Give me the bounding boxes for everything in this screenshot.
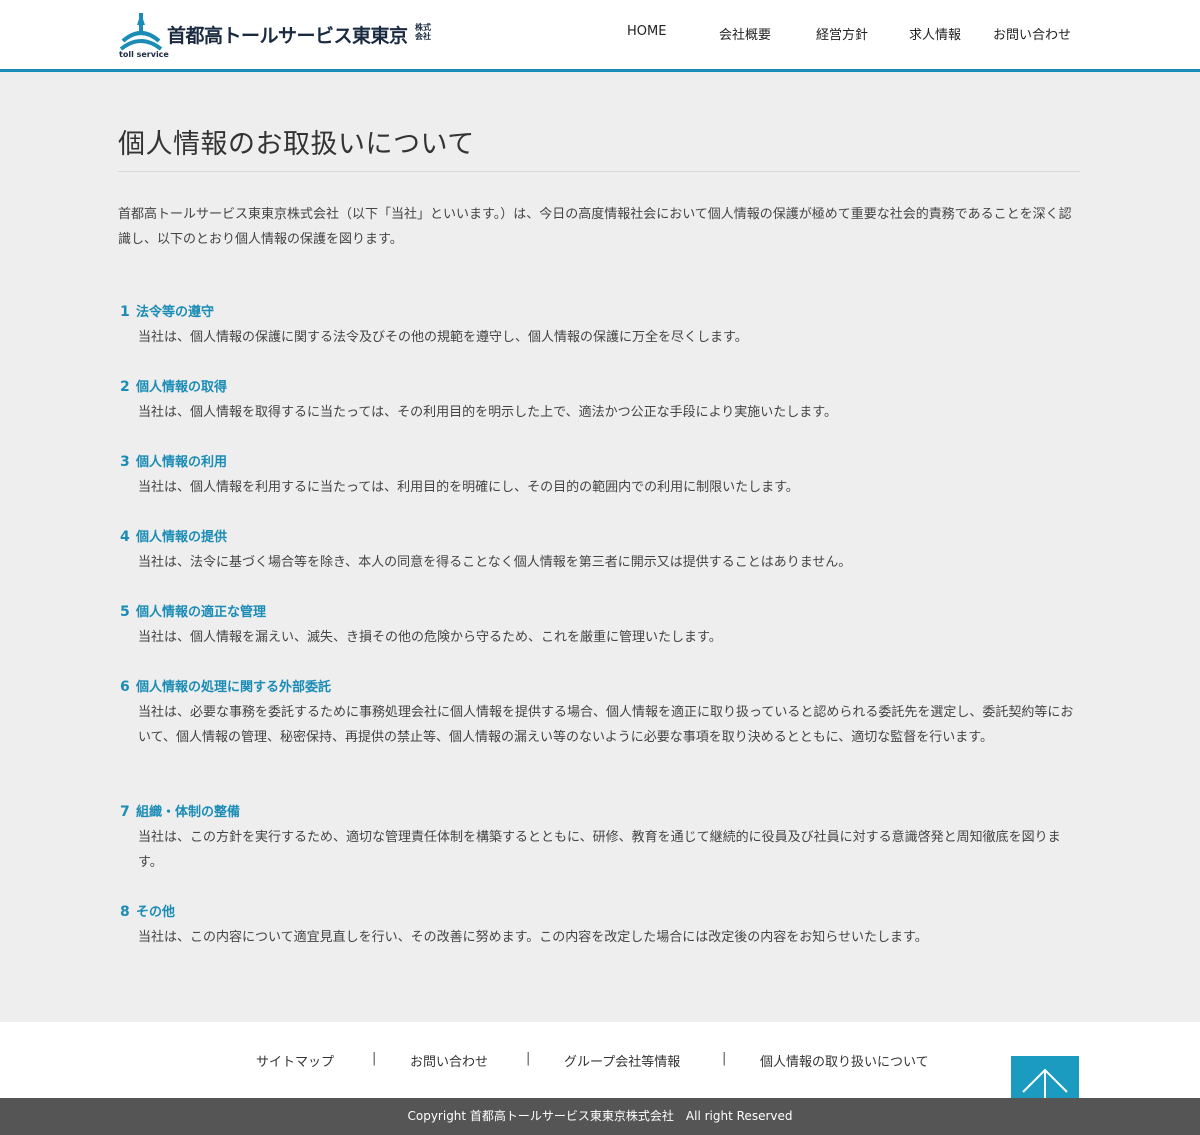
nav-home[interactable]: HOME	[627, 24, 666, 39]
section-number: 4	[120, 529, 130, 545]
section-body: 当社は、個人情報を利用するに当たっては、利用目的を明確にし、その目的の範囲内での…	[138, 480, 799, 495]
copyright-bar: Copyright 首都高トールサービス東東京株式会社 All right Re…	[0, 1098, 1200, 1135]
section-number: 2	[120, 379, 130, 395]
section-title: 個人情報の取得	[136, 380, 228, 395]
section-title: 組織・体制の整備	[136, 805, 241, 820]
section-4: 4 個人情報の提供 当社は、法令に基づく場合等を除き、本人の同意を得ることなく個人…	[118, 525, 1080, 575]
section-heading: 7 組織・体制の整備	[118, 800, 1080, 825]
section-6: 6 個人情報の処理に関する外部委託 当社は、必要な事務を委託するために事務処理会社…	[118, 675, 1080, 750]
section-title: その他	[136, 905, 176, 920]
section-8: 8 その他 当社は、この内容について適宜見直しを行い、その改善に努めます。この内容…	[118, 900, 1080, 950]
section-body: 当社は、この内容について適宜見直しを行い、その改善に努めます。この内容を改定した…	[138, 930, 928, 945]
section-title: 個人情報の処理に関する外部委託	[136, 680, 332, 695]
section-heading: 3 個人情報の利用	[118, 450, 1080, 475]
section-2: 2 個人情報の取得 当社は、個人情報を取得するに当たっては、その利用目的を明示した…	[118, 375, 1080, 425]
footer-separator: |	[372, 1051, 377, 1066]
section-number: 6	[120, 679, 130, 695]
section-heading: 5 個人情報の適正な管理	[118, 600, 1080, 625]
site-header: toll service 首都高トールサービス東東京 株式会社 HOME 会社概…	[0, 0, 1200, 72]
section-heading: 1 法令等の遵守	[118, 300, 1080, 325]
footer-link-privacy[interactable]: 個人情報の取り扱いについて	[760, 1051, 929, 1070]
section-1: 1 法令等の遵守 当社は、個人情報の保護に関する法令及びその他の規範を遵守し、個人…	[118, 300, 1080, 350]
nav-contact[interactable]: お問い合わせ	[993, 24, 1071, 43]
section-title: 個人情報の利用	[136, 455, 228, 470]
logo-kabushiki-kaisha: 株式会社	[415, 23, 431, 41]
section-3: 3 個人情報の利用 当社は、個人情報を利用するに当たっては、利用目的を明確にし、そ…	[118, 450, 1080, 500]
section-body: 当社は、この方針を実行するため、適切な管理責任体制を構築するとともに、研修、教育…	[138, 830, 1061, 870]
section-heading: 6 個人情報の処理に関する外部委託	[118, 675, 1080, 700]
page-title: 個人情報のお取扱いについて	[118, 129, 475, 160]
footer-link-group-companies[interactable]: グループ会社等情報	[564, 1051, 680, 1070]
section-heading: 8 その他	[118, 900, 1080, 925]
section-heading: 2 個人情報の取得	[118, 375, 1080, 400]
title-divider	[118, 171, 1080, 172]
footer-separator: |	[526, 1051, 531, 1066]
footer-link-sitemap[interactable]: サイトマップ	[256, 1051, 334, 1070]
section-number: 8	[120, 904, 130, 920]
site-logo[interactable]: toll service 首都高トールサービス東東京 株式会社	[119, 11, 449, 61]
nav-management-policy[interactable]: 経営方針	[816, 24, 868, 43]
nav-recruitment[interactable]: 求人情報	[909, 24, 961, 43]
section-title: 法令等の遵守	[136, 305, 215, 320]
section-title: 個人情報の適正な管理	[136, 605, 267, 620]
section-number: 3	[120, 454, 130, 470]
section-title: 個人情報の提供	[136, 530, 228, 545]
section-number: 1	[120, 304, 130, 320]
section-body: 当社は、個人情報を取得するに当たっては、その利用目的を明示した上で、適法かつ公正…	[138, 405, 838, 420]
section-body: 当社は、個人情報を漏えい、滅失、き損その他の危険から守るため、これを厳重に管理い…	[138, 630, 722, 645]
section-number: 7	[120, 804, 130, 820]
section-body: 当社は、法令に基づく場合等を除き、本人の同意を得ることなく個人情報を第三者に開示…	[138, 555, 852, 570]
section-heading: 4 個人情報の提供	[118, 525, 1080, 550]
section-body: 当社は、必要な事務を委託するために事務処理会社に個人情報を提供する場合、個人情報…	[138, 705, 1074, 745]
logo-company-name: 首都高トールサービス東東京	[167, 25, 408, 47]
footer-link-contact[interactable]: お問い合わせ	[410, 1051, 488, 1070]
section-number: 5	[120, 604, 130, 620]
section-body: 当社は、個人情報の保護に関する法令及びその他の規範を遵守し、個人情報の保護に万全…	[138, 330, 748, 345]
section-7: 7 組織・体制の整備 当社は、この方針を実行するため、適切な管理責任体制を構築する…	[118, 800, 1080, 875]
triangle-wave-logo-icon	[119, 13, 163, 51]
section-5: 5 個人情報の適正な管理 当社は、個人情報を漏えい、滅失、き損その他の危険から守る…	[118, 600, 1080, 650]
intro-paragraph: 首都高トールサービス東東京株式会社（以下「当社」といいます。）は、今日の高度情報…	[118, 207, 1072, 247]
footer-separator: |	[722, 1051, 727, 1066]
nav-company-profile[interactable]: 会社概要	[719, 24, 771, 43]
logo-subtitle: toll service	[119, 50, 169, 59]
